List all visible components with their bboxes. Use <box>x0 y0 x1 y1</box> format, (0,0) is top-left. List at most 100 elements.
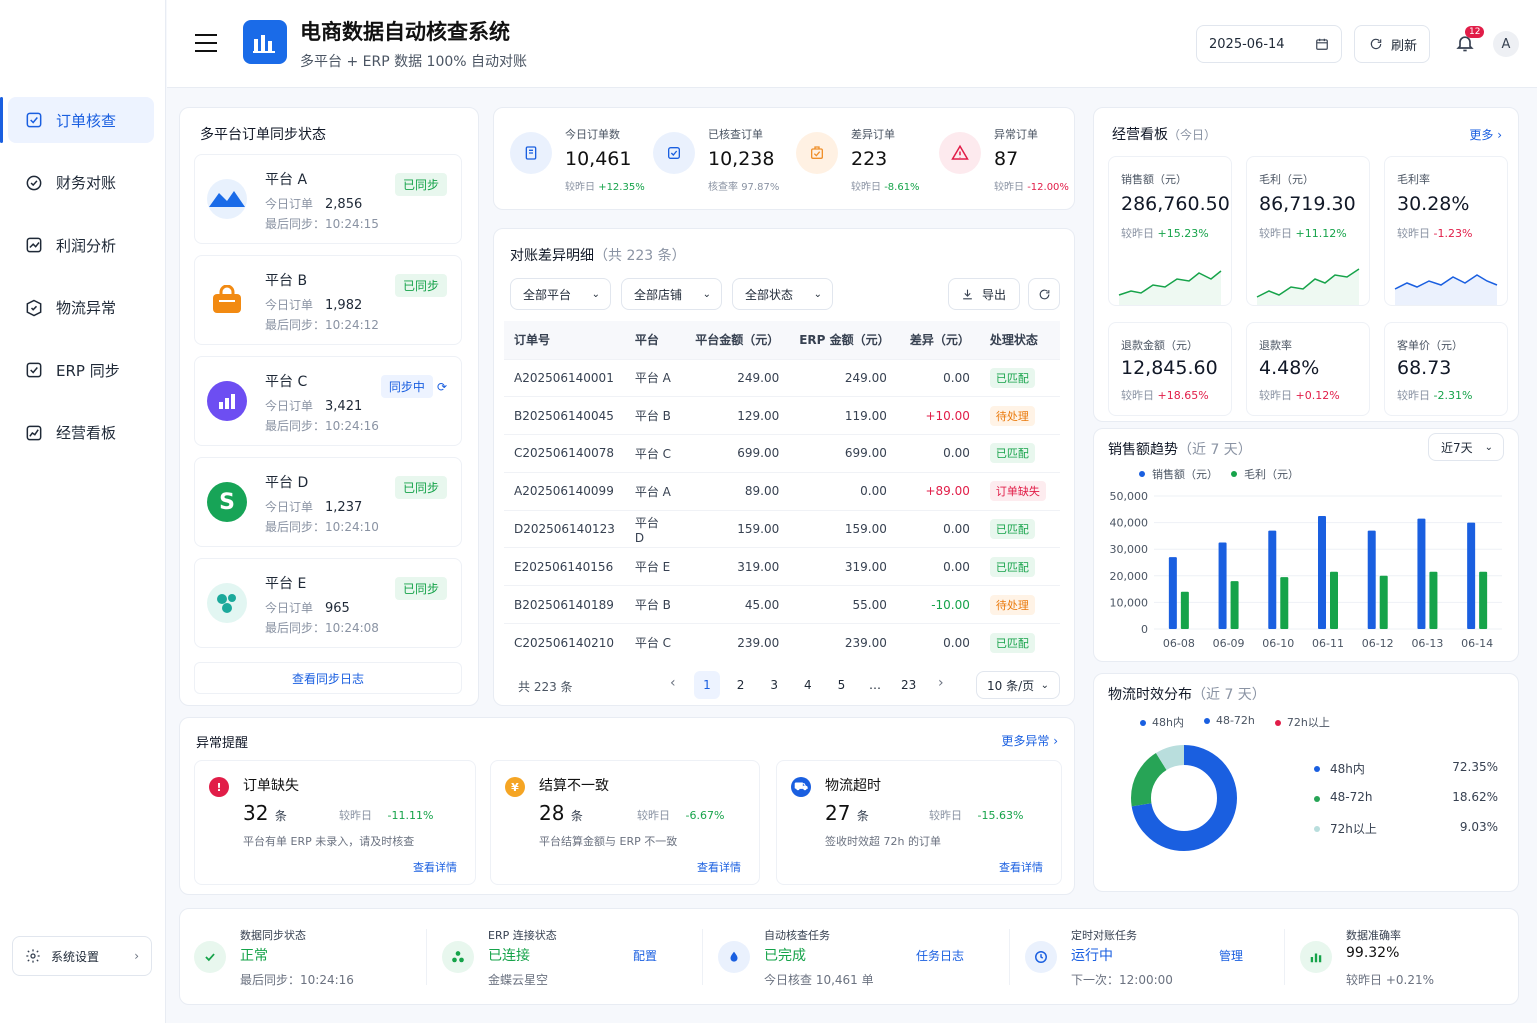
board-metric-card[interactable]: 毛利率 30.28% 较昨日 -1.23% <box>1384 156 1508 306</box>
table-row[interactable]: D202506140123 平台 D 159.00 159.00 0.00 已匹… <box>504 509 1060 548</box>
status-badge[interactable]: 已匹配 <box>989 632 1035 653</box>
sidebar-item-0[interactable]: 订单核查 <box>8 97 154 143</box>
board-metric-card[interactable]: 客单价（元） 68.73 较昨日 -2.31% <box>1384 322 1508 416</box>
page-button[interactable]: 2 <box>728 671 754 699</box>
last-sync-time: 10:24:08 <box>325 621 379 635</box>
kpi-delta: -12.00% <box>1027 182 1069 193</box>
alert-delta: -11.11% <box>387 809 434 822</box>
metric-compare: 较昨日 +11.12% <box>1259 225 1347 241</box>
table-row[interactable]: C202506140078 平台 C 699.00 699.00 0.00 已匹… <box>504 434 1060 473</box>
avatar[interactable]: A <box>1493 31 1519 57</box>
table-row[interactable]: E202506140156 平台 E 319.00 319.00 0.00 已匹… <box>504 547 1060 586</box>
board-metric-card[interactable]: 毛利（元） 86,719.30 较昨日 +11.12% <box>1246 156 1370 306</box>
table-row[interactable]: A202506140099 平台 A 89.00 0.00 +89.00 订单缺… <box>504 471 1060 511</box>
slice-value: 72.35% <box>1452 760 1498 774</box>
x-tick-label: 06-13 <box>1411 637 1443 650</box>
sidebar-item-5[interactable]: 经营看板 <box>8 410 154 456</box>
footer-label: 定时对账任务 <box>1071 929 1137 942</box>
sidebar-item-2[interactable]: 利润分析 <box>8 222 154 268</box>
filter-select[interactable]: 全部平台 ⌄ <box>510 278 611 310</box>
alert-card[interactable]: ¥ 结算不一致 28 条 较昨日 -6.67% 平台结算金额与 ERP 不一致 … <box>490 760 760 885</box>
chevron-down-icon: ⌄ <box>813 288 822 300</box>
metric-value: 4.48% <box>1259 357 1320 379</box>
alert-compare-label: 较昨日 <box>339 809 372 822</box>
footer-action-link[interactable]: 任务日志 <box>916 947 964 964</box>
order-id: A202506140099 <box>504 471 625 511</box>
status-badge[interactable]: 待处理 <box>989 594 1035 615</box>
status-badge[interactable]: 已匹配 <box>989 443 1035 464</box>
footer-status-item: 数据同步状态 正常 最后同步：10:24:16 <box>194 923 434 993</box>
table-row[interactable]: B202506140045 平台 B 129.00 119.00 +10.00 … <box>504 396 1060 435</box>
metric-compare: 较昨日 +15.23% <box>1121 225 1209 241</box>
page-button[interactable]: 23 <box>896 671 922 699</box>
page-button[interactable]: … <box>862 671 888 699</box>
range-select[interactable]: 近7天 ⌄ <box>1428 433 1504 461</box>
board-metric-card[interactable]: 退款金额（元） 12,845.60 较昨日 +18.65% <box>1108 322 1232 416</box>
status-badge[interactable]: 已匹配 <box>989 519 1035 540</box>
slice-value: 18.62% <box>1452 790 1498 804</box>
table-row[interactable]: C202506140210 平台 C 239.00 239.00 0.00 已匹… <box>504 623 1060 662</box>
table-row[interactable]: B202506140189 平台 B 45.00 55.00 -10.00 待处… <box>504 585 1060 624</box>
page-size-select[interactable]: 10 条/页 ⌄ <box>976 671 1060 699</box>
order-id: B202506140189 <box>504 585 625 624</box>
prev-page-icon[interactable]: ‹ <box>670 675 676 691</box>
platform-card[interactable]: 平台 A 今日订单 2,856 最后同步：10:24:15 已同步 <box>194 154 462 244</box>
next-page-icon[interactable]: › <box>938 675 944 691</box>
page-button[interactable]: 1 <box>694 671 720 699</box>
page-button[interactable]: 3 <box>761 671 787 699</box>
status-badge[interactable]: 订单缺失 <box>989 481 1046 502</box>
platform-amount: 319.00 <box>681 547 790 586</box>
table-refresh-button[interactable] <box>1028 278 1060 310</box>
notification-bell-icon[interactable]: 12 <box>1455 26 1485 54</box>
page-button[interactable]: 4 <box>795 671 821 699</box>
alert-card[interactable]: ! 订单缺失 32 条 较昨日 -11.11% 平台有单 ERP 未录入，请及时… <box>194 760 476 885</box>
more-alerts-label: 更多异常 <box>1001 734 1050 748</box>
alert-detail-link[interactable]: 查看详情 <box>999 859 1043 875</box>
menu-toggle-icon[interactable] <box>195 34 217 52</box>
platform-card[interactable]: 平台 C 今日订单 3,421 最后同步：10:24:16 同步中 ⟳ <box>194 356 462 446</box>
today-orders-label: 今日订单 <box>265 601 314 615</box>
filter-select[interactable]: 全部店铺 ⌄ <box>621 278 722 310</box>
platform-card[interactable]: 平台 E 今日订单 965 最后同步：10:24:08 已同步 <box>194 558 462 648</box>
metric-delta: +0.12% <box>1295 389 1340 402</box>
column-header: 处理状态 <box>979 321 1060 359</box>
alert-detail-link[interactable]: 查看详情 <box>697 859 741 875</box>
status-badge[interactable]: 已匹配 <box>989 556 1035 577</box>
x-tick-label: 06-10 <box>1262 637 1294 650</box>
page-button[interactable]: 5 <box>828 671 854 699</box>
total-count: 共 223 条 <box>518 680 573 694</box>
footer-action-link[interactable]: 管理 <box>1219 947 1243 964</box>
sidebar-item-4[interactable]: ERP 同步 <box>8 347 154 393</box>
metric-value: 30.28% <box>1397 193 1470 215</box>
system-settings-button[interactable]: 系统设置 › <box>12 936 152 976</box>
alert-card[interactable]: ⛟ 物流超时 27 条 较昨日 -15.63% 签收时效超 72h 的订单 查看… <box>776 760 1062 885</box>
refresh-button[interactable]: 刷新 <box>1354 25 1430 63</box>
board-metric-card[interactable]: 销售额（元） 286,760.50 较昨日 +15.23% <box>1108 156 1232 306</box>
legend-marker <box>1231 471 1237 477</box>
platform-name: 平台 A <box>265 172 308 188</box>
platform-card[interactable]: S 平台 D 今日订单 1,237 最后同步：10:24:10 已同步 <box>194 457 462 547</box>
view-sync-log-link[interactable]: 查看同步日志 <box>194 662 462 694</box>
kpi-value: 87 <box>994 148 1019 170</box>
filter-select[interactable]: 全部状态 ⌄ <box>732 278 833 310</box>
footer-action-link[interactable]: 配置 <box>633 947 657 964</box>
sidebar-item-1[interactable]: 财务对账 <box>8 160 154 206</box>
metric-value: 86,719.30 <box>1259 193 1356 215</box>
sidebar-item-3[interactable]: 物流异常 <box>8 285 154 331</box>
export-button[interactable]: 导出 <box>948 278 1020 310</box>
date-picker[interactable]: 2025-06-14 <box>1196 25 1342 63</box>
more-alerts-link[interactable]: 更多异常 › <box>1001 732 1058 749</box>
alert-delta: -15.63% <box>977 809 1024 822</box>
diff-title: 对账差异明细（共 223 条） <box>510 245 686 265</box>
platform-card[interactable]: 平台 B 今日订单 1,982 最后同步：10:24:12 已同步 <box>194 255 462 345</box>
erp-amount: 0.00 <box>789 471 897 511</box>
status-badge[interactable]: 已匹配 <box>989 367 1035 388</box>
bar <box>1280 577 1289 629</box>
board-metric-card[interactable]: 退款率 4.48% 较昨日 +0.12% <box>1246 322 1370 416</box>
board-more-link[interactable]: 更多 › <box>1469 126 1502 143</box>
kpi-compare: 较昨日 -8.61% <box>851 178 920 193</box>
table-row[interactable]: A202506140001 平台 A 249.00 249.00 0.00 已匹… <box>504 358 1060 397</box>
alert-detail-link[interactable]: 查看详情 <box>413 859 457 875</box>
status-badge[interactable]: 待处理 <box>989 405 1035 426</box>
status-cell: 已匹配 <box>979 358 1060 397</box>
